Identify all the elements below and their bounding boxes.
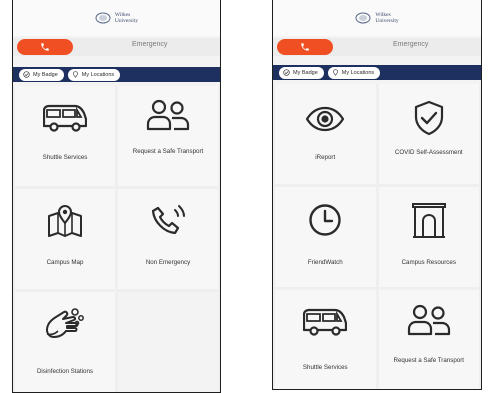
tab-emergency[interactable]: Emergency: [132, 41, 167, 48]
tile-shuttle-services[interactable]: Shuttle Services: [15, 86, 115, 186]
university-name-logo: Wilkes University: [114, 12, 139, 24]
app-header: Wilkes University: [273, 0, 481, 36]
archway-icon: [411, 203, 446, 238]
phone-icon: [41, 43, 49, 51]
badge-check-icon: [283, 69, 290, 76]
tile-disinfection-stations[interactable]: Disinfection Stations: [15, 292, 115, 392]
tile-request-safe-transport[interactable]: Request a Safe Transport: [378, 290, 479, 389]
tile-covid-self-assessment[interactable]: COVID Self-Assessment: [378, 84, 479, 184]
empty-grid-slot: [118, 292, 218, 392]
location-pin-icon: [332, 69, 338, 76]
clock-icon: [309, 204, 341, 236]
my-locations-button[interactable]: My Locations: [67, 68, 121, 81]
hand-wash-icon: [46, 308, 84, 338]
tab-call[interactable]: [277, 39, 333, 55]
phone-icon: [301, 43, 309, 51]
university-seal-logo: [95, 12, 111, 24]
services-grid: iReport COVID Self-Assessment FriendWatc…: [273, 84, 481, 389]
badge-check-icon: [23, 71, 30, 78]
university-name-logo: Wilkes University: [375, 12, 399, 24]
app-header: Wilkes University: [13, 0, 220, 36]
app-screen-right: Wilkes University Emergency My Badge My L…: [272, 0, 482, 390]
tile-ireport[interactable]: iReport: [275, 84, 376, 184]
my-locations-button[interactable]: My Locations: [327, 66, 381, 79]
people-icon: [407, 304, 450, 336]
quick-pills-bar: My Badge My Locations: [13, 67, 220, 82]
tile-non-emergency[interactable]: Non Emergency: [118, 189, 218, 289]
eye-icon: [306, 106, 345, 132]
tab-bar: Emergency: [273, 38, 481, 56]
services-grid: Shuttle Services Request a Safe Transpor…: [13, 86, 220, 392]
location-pin-icon: [72, 71, 78, 78]
my-badge-button[interactable]: My Badge: [19, 68, 64, 81]
tab-emergency[interactable]: Emergency: [393, 41, 428, 48]
shield-check-icon: [414, 100, 443, 136]
tile-shuttle-services[interactable]: Shuttle Services: [275, 290, 376, 389]
university-seal-logo: [355, 12, 371, 24]
people-icon: [146, 99, 190, 131]
map-pin-icon: [48, 205, 82, 237]
phone-call-icon: [151, 205, 185, 235]
tile-request-safe-transport[interactable]: Request a Safe Transport: [118, 86, 218, 186]
my-badge-button[interactable]: My Badge: [279, 66, 324, 79]
quick-pills-bar: My Badge My Locations: [273, 65, 481, 80]
tab-call[interactable]: [17, 39, 73, 55]
app-screen-left: Wilkes University Emergency My Badge My L…: [12, 0, 221, 393]
tile-friendwatch[interactable]: FriendWatch: [275, 187, 376, 287]
tab-bar: Emergency: [13, 38, 220, 56]
bus-icon: [43, 104, 87, 132]
bus-icon: [303, 308, 348, 336]
tile-campus-map[interactable]: Campus Map: [15, 189, 115, 289]
tile-campus-resources[interactable]: Campus Resources: [378, 187, 479, 287]
